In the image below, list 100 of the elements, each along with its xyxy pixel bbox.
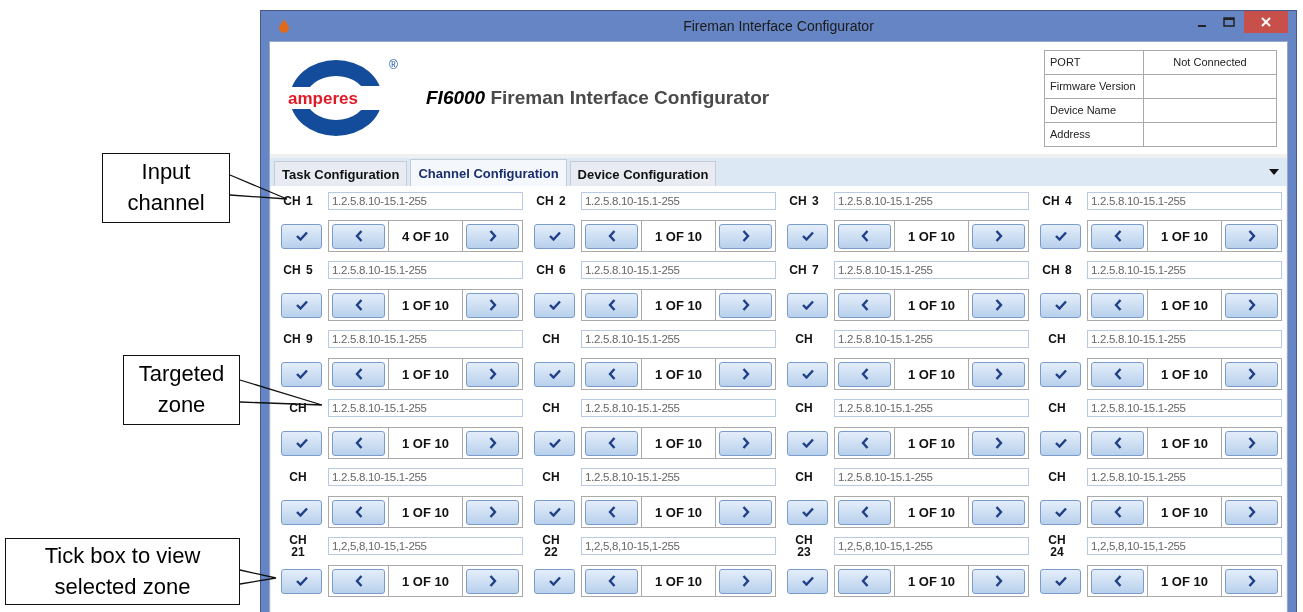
zone-field[interactable]: 1.2.5.8.10-15.1-255 (1087, 261, 1282, 279)
next-button[interactable] (1225, 499, 1278, 525)
tick-button[interactable] (787, 430, 828, 456)
zone-field[interactable]: 1.2.5.8.10-15.1-255 (328, 330, 523, 348)
tick-button[interactable] (281, 430, 322, 456)
zone-field[interactable]: 1,2,5,8,10-15,1-255 (834, 537, 1029, 555)
tick-button[interactable] (1040, 499, 1081, 525)
previous-button[interactable] (1091, 430, 1144, 456)
zone-field[interactable]: 1,2,5,8,10-15,1-255 (1087, 537, 1282, 555)
next-button[interactable] (1225, 361, 1278, 387)
tick-button[interactable] (281, 361, 322, 387)
zone-field[interactable]: 1.2.5.8.10-15.1-255 (581, 330, 776, 348)
next-button[interactable] (972, 361, 1025, 387)
next-button[interactable] (972, 430, 1025, 456)
tick-button[interactable] (1040, 361, 1081, 387)
previous-button[interactable] (332, 568, 385, 594)
zone-field[interactable]: 1.2.5.8.10-15.1-255 (328, 468, 523, 486)
previous-button[interactable] (332, 499, 385, 525)
next-button[interactable] (1225, 430, 1278, 456)
next-button[interactable] (719, 361, 772, 387)
next-button[interactable] (972, 499, 1025, 525)
previous-button[interactable] (332, 430, 385, 456)
next-button[interactable] (972, 568, 1025, 594)
previous-button[interactable] (838, 223, 891, 249)
tick-button[interactable] (1040, 292, 1081, 318)
tab[interactable]: Device Configuration (569, 161, 717, 186)
tick-button[interactable] (787, 223, 828, 249)
previous-button[interactable] (1091, 568, 1144, 594)
zone-field[interactable]: 1.2.5.8.10-15.1-255 (1087, 399, 1282, 417)
zone-field[interactable]: 1.2.5.8.10-15.1-255 (581, 399, 776, 417)
next-button[interactable] (719, 292, 772, 318)
next-button[interactable] (719, 223, 772, 249)
zone-field[interactable]: 1.2.5.8.10-15.1-255 (834, 261, 1029, 279)
previous-button[interactable] (332, 223, 385, 249)
previous-button[interactable] (585, 292, 638, 318)
next-button[interactable] (1225, 292, 1278, 318)
zone-field[interactable]: 1.2.5.8.10-15.1-255 (328, 192, 523, 210)
tick-button[interactable] (281, 568, 322, 594)
tick-button[interactable] (534, 361, 575, 387)
zone-field[interactable]: 1.2.5.8.10-15.1-255 (328, 261, 523, 279)
tick-button[interactable] (534, 499, 575, 525)
zone-field[interactable]: 1.2.5.8.10-15.1-255 (1087, 192, 1282, 210)
tick-button[interactable] (787, 361, 828, 387)
previous-button[interactable] (1091, 223, 1144, 249)
tick-button[interactable] (1040, 568, 1081, 594)
zone-field[interactable]: 1,2,5,8,10-15,1-255 (581, 537, 776, 555)
next-button[interactable] (1225, 568, 1278, 594)
next-button[interactable] (466, 223, 519, 249)
next-button[interactable] (719, 568, 772, 594)
next-button[interactable] (466, 499, 519, 525)
tick-button[interactable] (534, 292, 575, 318)
next-button[interactable] (466, 292, 519, 318)
tick-button[interactable] (534, 430, 575, 456)
previous-button[interactable] (332, 361, 385, 387)
tab[interactable]: Channel Configuration (410, 159, 567, 186)
next-button[interactable] (1225, 223, 1278, 249)
previous-button[interactable] (585, 568, 638, 594)
close-button[interactable] (1244, 11, 1288, 33)
tick-button[interactable] (787, 499, 828, 525)
tick-button[interactable] (787, 568, 828, 594)
tick-button[interactable] (1040, 430, 1081, 456)
zone-field[interactable]: 1.2.5.8.10-15.1-255 (834, 468, 1029, 486)
next-button[interactable] (466, 361, 519, 387)
previous-button[interactable] (838, 292, 891, 318)
previous-button[interactable] (1091, 499, 1144, 525)
previous-button[interactable] (585, 361, 638, 387)
zone-field[interactable]: 1.2.5.8.10-15.1-255 (1087, 468, 1282, 486)
tick-button[interactable] (1040, 223, 1081, 249)
zone-field[interactable]: 1.2.5.8.10-15.1-255 (1087, 330, 1282, 348)
next-button[interactable] (466, 568, 519, 594)
next-button[interactable] (719, 430, 772, 456)
zone-field[interactable]: 1.2.5.8.10-15.1-255 (581, 468, 776, 486)
zone-field[interactable]: 1.2.5.8.10-15.1-255 (834, 399, 1029, 417)
previous-button[interactable] (1091, 361, 1144, 387)
next-button[interactable] (719, 499, 772, 525)
tick-button[interactable] (534, 223, 575, 249)
tab[interactable]: Task Configuration (274, 161, 408, 186)
next-button[interactable] (972, 292, 1025, 318)
zone-field[interactable]: 1.2.5.8.10-15.1-255 (581, 192, 776, 210)
previous-button[interactable] (838, 430, 891, 456)
previous-button[interactable] (585, 223, 638, 249)
previous-button[interactable] (838, 499, 891, 525)
previous-button[interactable] (585, 499, 638, 525)
previous-button[interactable] (838, 361, 891, 387)
previous-button[interactable] (1091, 292, 1144, 318)
tick-button[interactable] (281, 499, 322, 525)
zone-field[interactable]: 1.2.5.8.10-15.1-255 (581, 261, 776, 279)
tick-button[interactable] (281, 292, 322, 318)
zone-field[interactable]: 1.2.5.8.10-15.1-255 (834, 330, 1029, 348)
next-button[interactable] (466, 430, 519, 456)
zone-field[interactable]: 1.2.5.8.10-15.1-255 (328, 399, 523, 417)
tick-button[interactable] (534, 568, 575, 594)
tick-button[interactable] (787, 292, 828, 318)
previous-button[interactable] (332, 292, 385, 318)
next-button[interactable] (972, 223, 1025, 249)
previous-button[interactable] (838, 568, 891, 594)
zone-field[interactable]: 1,2,5,8,10-15,1-255 (328, 537, 523, 555)
zone-field[interactable]: 1.2.5.8.10-15.1-255 (834, 192, 1029, 210)
previous-button[interactable] (585, 430, 638, 456)
dropdown-arrow-icon[interactable] (1269, 169, 1279, 175)
